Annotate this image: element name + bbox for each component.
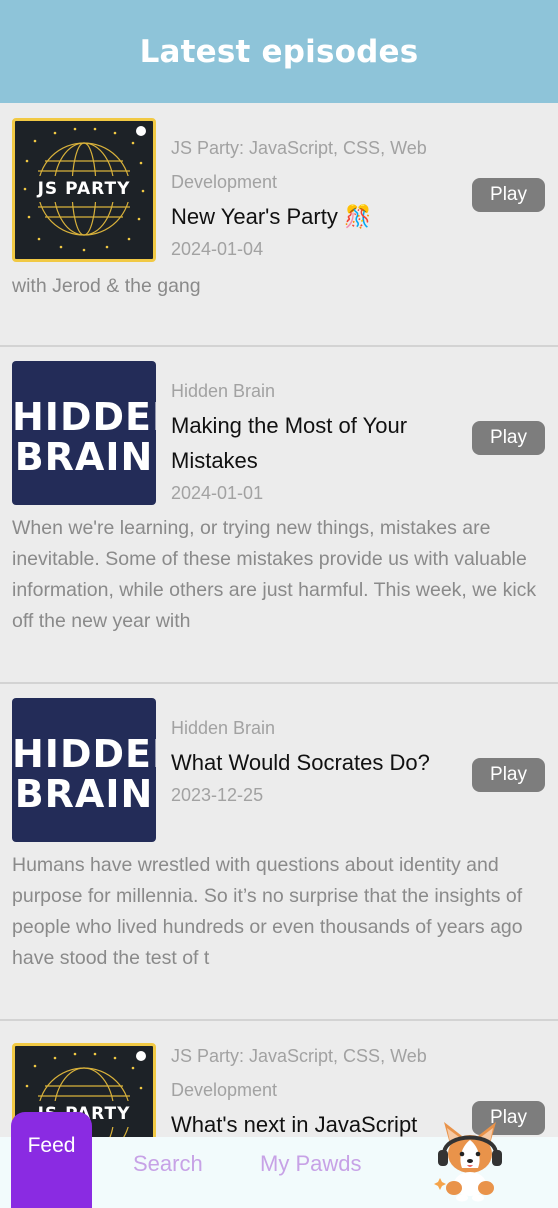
episode-meta: Hidden Brain Making the Most of Your Mis… [171,374,451,508]
episode-title: Making the Most of Your Mistakes [171,413,408,473]
page-title: Latest episodes [139,33,419,70]
podcast-artwork: JS PARTY [12,118,156,262]
nav-tab-feed[interactable]: Feed [11,1112,92,1208]
play-button[interactable]: Play [472,178,545,212]
episode-meta: JS Party: JavaScript, CSS, Web Developme… [171,1039,451,1142]
artwork-title: HIDDEN BRAIN [12,732,156,816]
episode-meta: JS Party: JavaScript, CSS, Web Developme… [171,131,451,264]
play-button[interactable]: Play [472,421,545,455]
episode-description: with Jerod & the gang [12,275,201,297]
podcast-name: JS Party: JavaScript, CSS, Web Developme… [171,138,427,192]
corgi-headphones-icon [434,1122,502,1202]
podcast-name: Hidden Brain [171,718,276,738]
episode-item[interactable]: JS PARTY JS Party: JavaScript, CSS, Web … [0,103,558,347]
artwork-title: JS PARTY [37,179,131,199]
nav-tab-my-pawds[interactable]: My Pawds [260,1151,361,1177]
nav-tab-search[interactable]: Search [133,1151,203,1177]
episode-title: What Would Socrates Do? [171,750,430,775]
podcast-artwork: HIDDEN BRAIN [12,698,156,842]
artwork-title: HIDDEN BRAIN [12,395,156,479]
podcast-name: Hidden Brain [171,381,276,401]
episode-item[interactable]: HIDDEN BRAIN Hidden Brain Making the Mos… [0,347,558,684]
app-header: Latest episodes [0,0,558,103]
episode-date: 2024-01-01 [171,483,264,503]
episode-feed[interactable]: JS PARTY JS Party: JavaScript, CSS, Web … [0,103,558,1143]
episode-date: 2023-12-25 [171,785,264,805]
episode-title: New Year's Party 🎊 [171,204,372,229]
episode-description: Humans have wrestled with questions abou… [12,854,523,969]
play-button[interactable]: Play [472,758,545,792]
episode-item[interactable]: HIDDEN BRAIN Hidden Brain What Would Soc… [0,684,558,1021]
podcast-artwork: HIDDEN BRAIN [12,361,156,505]
episode-meta: Hidden Brain What Would Socrates Do? 202… [171,711,451,810]
episode-date: 2024-01-04 [171,239,264,259]
episode-description: When we're learning, or trying new thing… [12,517,537,632]
podcast-name: JS Party: JavaScript, CSS, Web Developme… [171,1046,427,1100]
